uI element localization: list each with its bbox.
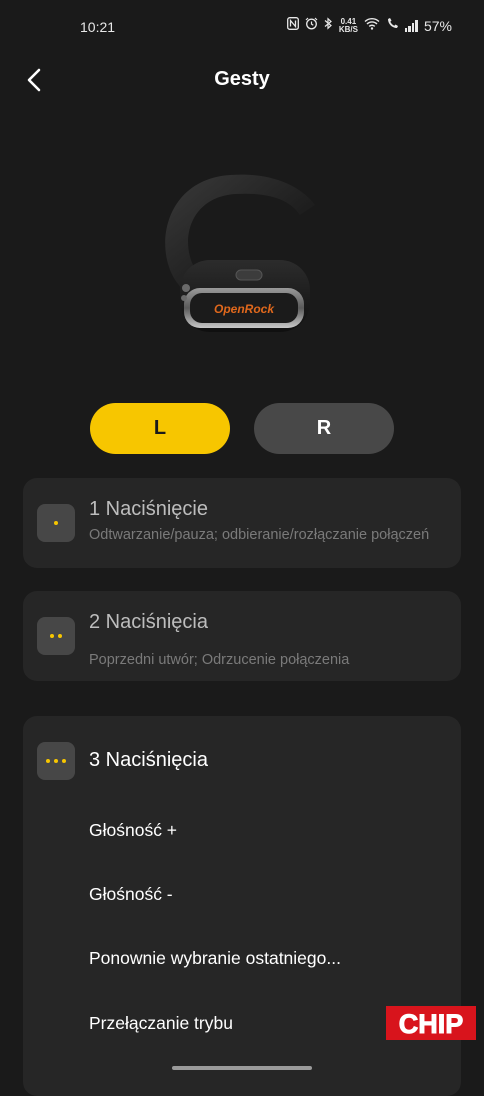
nfc-icon [286, 17, 299, 34]
option-mode-switch[interactable]: Przełączanie trybu [89, 1013, 233, 1034]
signal-icon [404, 19, 418, 32]
side-left-button[interactable]: L [90, 403, 230, 454]
option-redial[interactable]: Ponownie wybranie ostatniego... [89, 948, 341, 969]
option-volume-down[interactable]: Głośność - [89, 884, 173, 905]
status-time: 10:21 [80, 19, 116, 35]
bluetooth-icon [324, 17, 333, 34]
chip-watermark-logo: CHIP [386, 1006, 476, 1040]
option-volume-up[interactable]: Głośność + [89, 820, 177, 841]
side-right-button[interactable]: R [254, 403, 394, 454]
header: Gesty [0, 56, 484, 104]
double-dot-icon [37, 617, 75, 655]
alarm-icon [305, 17, 318, 34]
gesture-title: 2 Naciśnięcia [89, 611, 208, 633]
gesture-card-single-tap[interactable]: 1 Naciśnięcie Odtwarzanie/pauza; odbiera… [23, 478, 461, 568]
status-icons: 0.41 KB/S 57% [286, 17, 452, 34]
earbud-image: OpenRock [150, 160, 340, 350]
gesture-title: 1 Naciśnięcie [89, 498, 208, 520]
gesture-description: Odtwarzanie/pauza; odbieranie/rozłączani… [89, 527, 430, 543]
single-dot-icon [37, 504, 75, 542]
triple-dot-icon [37, 742, 75, 780]
page-title: Gesty [214, 68, 270, 90]
wifi-calling-icon [386, 17, 399, 34]
home-indicator[interactable] [172, 1066, 312, 1070]
wifi-icon [364, 17, 380, 34]
network-speed-unit: KB/S [338, 24, 358, 34]
brand-logo: OpenRock [214, 302, 275, 316]
gesture-card-double-tap[interactable]: 2 Naciśnięcia Poprzedni utwór; Odrzuceni… [23, 591, 461, 681]
svg-text:CHIP: CHIP [399, 1009, 464, 1039]
battery-level: 57% [423, 17, 452, 34]
network-speed: 0.41 KB/S [338, 17, 358, 34]
status-bar: 10:21 0.41 KB/S 57% [0, 0, 484, 56]
gesture-title: 3 Naciśnięcia [89, 749, 208, 771]
gesture-description: Poprzedni utwór; Odrzucenie połączenia [89, 652, 350, 668]
